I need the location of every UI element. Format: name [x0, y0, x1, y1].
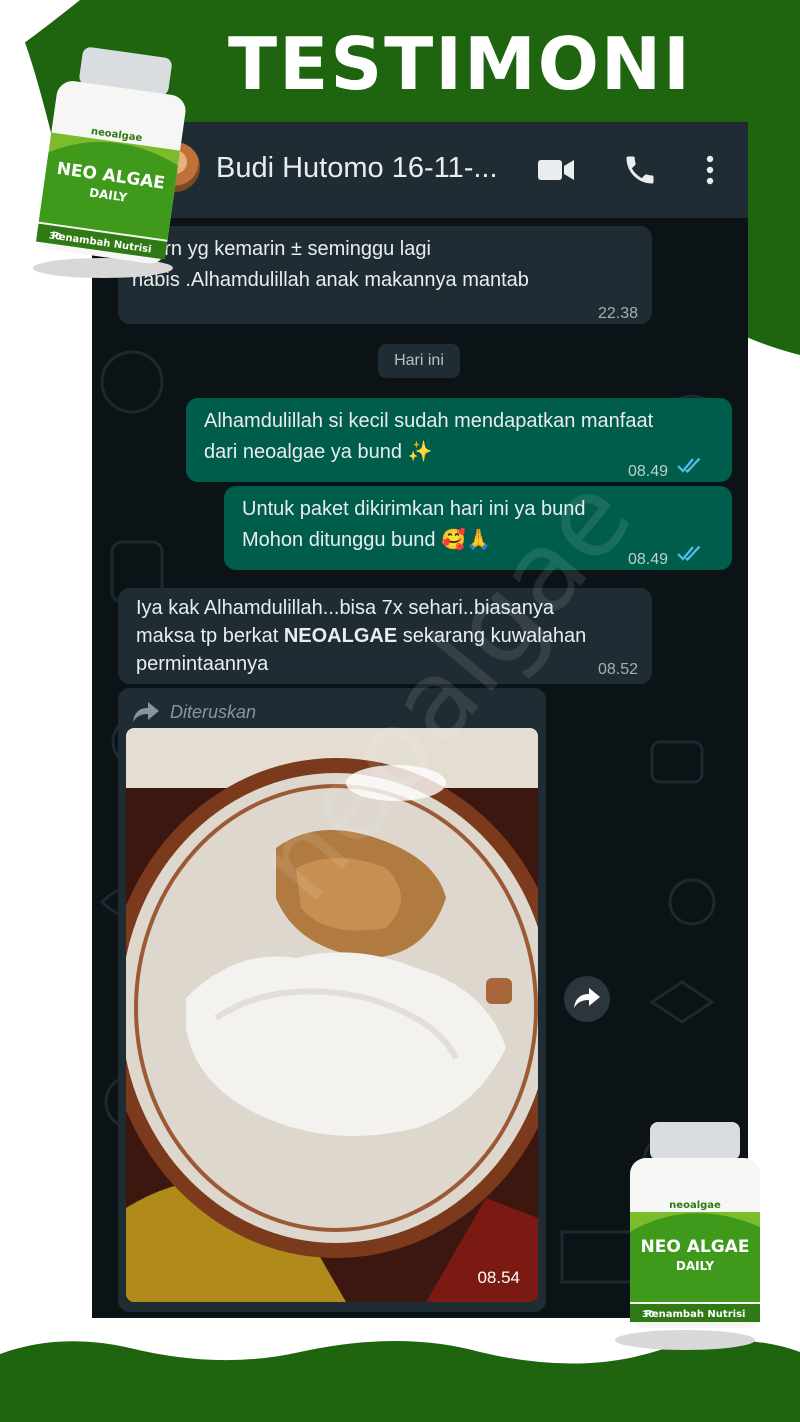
forward-arrow-icon: [574, 988, 600, 1008]
message-time: 08.49: [627, 463, 668, 480]
testimonial-page: TESTIMONI Budi Hutomo 16-11-... 1..krn y…: [0, 0, 800, 1422]
video-call-icon[interactable]: [536, 152, 576, 188]
message-time: 08.52: [597, 661, 638, 678]
read-ticks-icon: [677, 457, 701, 474]
voice-call-icon[interactable]: [620, 152, 660, 188]
product-name: NEO ALGAE: [641, 1237, 750, 1257]
brand-mention: NEOALGAE: [283, 625, 398, 647]
chat-header: Budi Hutomo 16-11-...: [92, 122, 748, 218]
message-text: maksa tp berkat: [136, 625, 284, 647]
message-time: 08.54: [477, 1268, 520, 1287]
message-text: habis .Alhamdulillah anak makannya manta…: [132, 269, 529, 291]
forwarded-icon: [133, 702, 159, 722]
message-text: 1..krn yg kemarin ± seminggu lagi: [132, 238, 431, 260]
message-text: Alhamdulillah si kecil sudah mendapatkan…: [204, 410, 654, 432]
read-ticks-icon: [677, 545, 701, 562]
product-count: 30: [48, 231, 62, 243]
incoming-message[interactable]: 1..krn yg kemarin ± seminggu lagi habis …: [118, 226, 652, 324]
more-options-icon[interactable]: [690, 152, 730, 188]
product-bottle-image: neoalgae NEO ALGAE DAILY Penambah Nutris…: [33, 47, 186, 278]
product-variant: DAILY: [676, 1259, 714, 1273]
day-separator: Hari ini: [378, 344, 460, 378]
product-count: 30: [642, 1310, 655, 1320]
forward-button[interactable]: [564, 976, 610, 1022]
page-title: TESTIMONI: [228, 22, 692, 106]
contact-name[interactable]: Budi Hutomo 16-11-...: [216, 152, 498, 185]
product-brand: neoalgae: [669, 1200, 721, 1211]
product-tagline: Penambah Nutrisi: [645, 1309, 746, 1320]
message-time: 22.38: [597, 305, 638, 322]
forwarded-label: Diteruskan: [170, 702, 257, 722]
outgoing-message[interactable]: Alhamdulillah si kecil sudah mendapatkan…: [186, 398, 732, 482]
message-text: Untuk paket dikirimkan hari ini ya bund: [242, 498, 586, 520]
product-bottle-image: neoalgae NEO ALGAE DAILY Penambah Nutris…: [615, 1122, 760, 1350]
